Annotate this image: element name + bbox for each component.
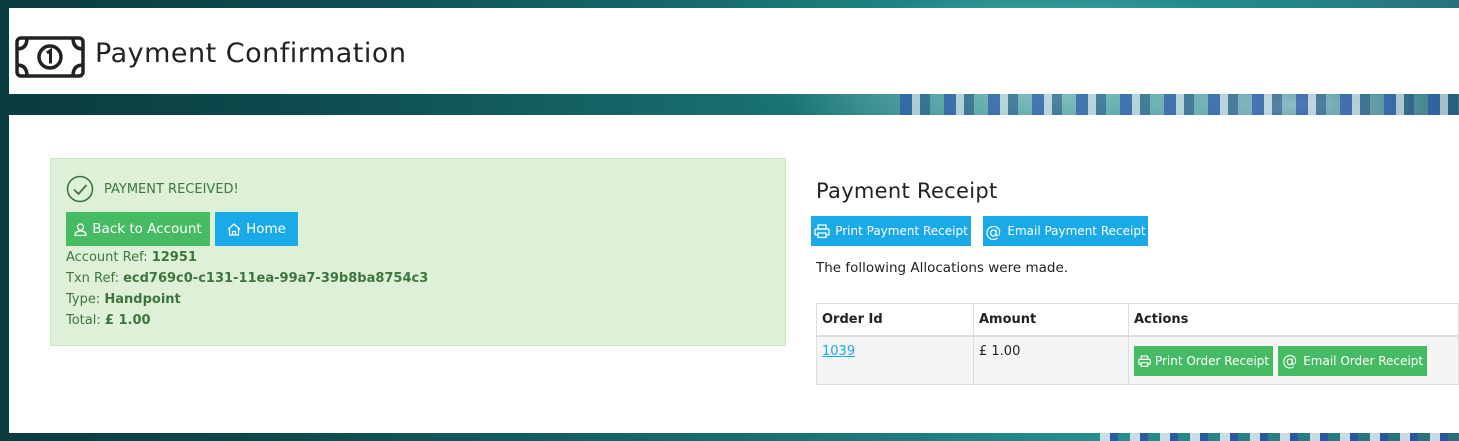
order-id-cell: 1039 [816, 335, 974, 385]
total-label: Total: [66, 313, 101, 328]
email-payment-receipt-button[interactable]: @ Email Payment Receipt [983, 216, 1148, 246]
payment-success-alert: PAYMENT RECEIVED! Back to Account Home A… [50, 158, 786, 346]
account-ref-row: Account Ref: 12951 [66, 250, 197, 265]
txn-ref-value: ecd769c0-c131-11ea-99a7-39b8ba8754c3 [123, 271, 429, 286]
background-boats [900, 94, 1459, 116]
txn-ref-row: Txn Ref: ecd769c0-c131-11ea-99a7-39b8ba8… [66, 271, 428, 286]
home-button[interactable]: Home [215, 212, 298, 246]
home-label: Home [246, 221, 286, 237]
type-row: Type: Handpoint [66, 292, 181, 307]
txn-ref-label: Txn Ref: [66, 271, 119, 286]
print-payment-receipt-button[interactable]: Print Payment Receipt [811, 216, 971, 246]
check-circle-icon [66, 175, 94, 203]
allocations-table: Order Id Amount Actions 1039 £ 1.00 Prin… [816, 303, 1459, 385]
print-payment-receipt-label: Print Payment Receipt [835, 224, 968, 238]
allocations-text: The following Allocations were made. [816, 260, 1069, 276]
print-order-receipt-label: Print Order Receipt [1154, 353, 1270, 368]
print-order-receipt-button[interactable]: Print Order Receipt [1134, 345, 1273, 376]
type-label: Type: [66, 292, 101, 307]
table-row: 1039 £ 1.00 Print Order Receipt @ Email … [816, 335, 1459, 385]
background-boats-bottom [1100, 433, 1459, 441]
main-panel: PAYMENT RECEIVED! Back to Account Home A… [9, 115, 1459, 433]
amount-cell: £ 1.00 [973, 335, 1129, 385]
type-value: Handpoint [104, 292, 181, 307]
page-title: Payment Confirmation [95, 38, 407, 69]
account-ref-value: 12951 [151, 250, 197, 265]
email-order-receipt-label: Email Order Receipt [1303, 353, 1424, 368]
account-ref-label: Account Ref: [66, 250, 148, 265]
at-sign-icon: @ [985, 221, 1002, 241]
column-header-order-id: Order Id [816, 303, 974, 337]
table-header-row: Order Id Amount Actions [816, 303, 1459, 337]
actions-cell: Print Order Receipt @ Email Order Receip… [1128, 335, 1459, 385]
at-sign-icon: @ [1282, 351, 1298, 370]
printer-icon [1138, 355, 1151, 367]
back-to-account-button[interactable]: Back to Account [66, 212, 210, 246]
printer-icon [814, 224, 830, 238]
home-icon [227, 222, 241, 236]
column-header-amount: Amount [973, 303, 1129, 337]
money-note-icon [15, 36, 85, 78]
back-to-account-label: Back to Account [92, 221, 202, 237]
email-payment-receipt-label: Email Payment Receipt [1007, 224, 1146, 238]
alert-heading: PAYMENT RECEIVED! [104, 182, 239, 197]
order-id-link[interactable]: 1039 [822, 344, 855, 359]
payment-receipt-title: Payment Receipt [816, 179, 998, 203]
email-order-receipt-button[interactable]: @ Email Order Receipt [1278, 345, 1428, 376]
user-icon [74, 222, 87, 236]
total-value: £ 1.00 [104, 313, 151, 328]
total-row: Total: £ 1.00 [66, 313, 151, 328]
column-header-actions: Actions [1128, 303, 1459, 337]
